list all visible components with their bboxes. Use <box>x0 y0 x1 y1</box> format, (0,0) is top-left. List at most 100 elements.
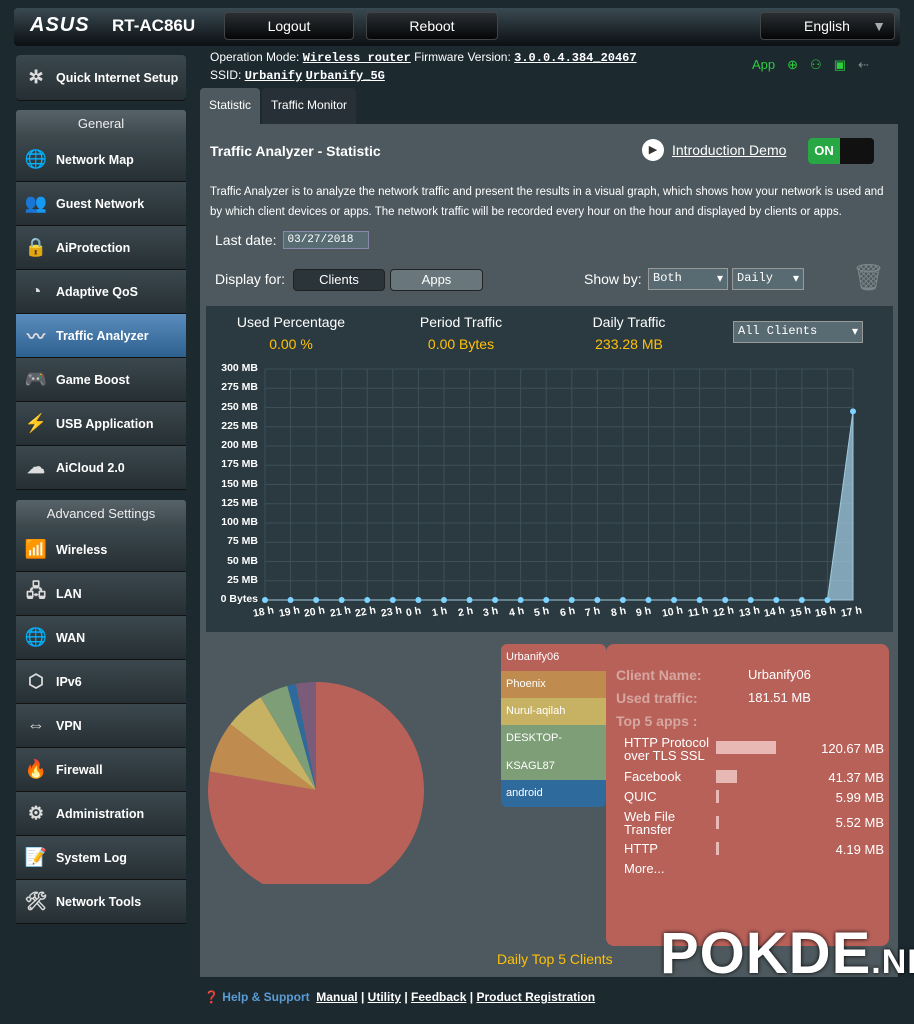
y-tick-label: 100 MB <box>221 516 258 528</box>
apps-button[interactable]: Apps <box>390 269 483 291</box>
app-value: 41.37 MB <box>828 770 884 785</box>
main-panel: Traffic Analyzer - Statistic ▶ Introduct… <box>200 124 898 977</box>
sidebar-item-adaptive-qos[interactable]: ◔ Adaptive QoS <box>16 270 186 314</box>
usb-icon: ⚡ <box>24 413 48 433</box>
sidebar-item-administration[interactable]: ⚙ Administration <box>16 792 186 836</box>
data-point <box>824 597 831 603</box>
sidebar-item-traffic-analyzer[interactable]: 〰 Traffic Analyzer <box>16 314 186 358</box>
ssid-link[interactable]: Urbanify <box>245 69 303 83</box>
ssid-label: SSID: <box>210 68 242 82</box>
clients-status-icon[interactable]: ⚇ <box>810 57 822 73</box>
y-tick-label: 25 MB <box>227 573 258 586</box>
feedback-link[interactable]: Feedback <box>411 990 466 1004</box>
data-point <box>568 597 575 603</box>
sidebar-item-system-log[interactable]: 📝 System Log <box>16 836 186 880</box>
data-point <box>645 597 652 603</box>
y-tick-label: 0 Bytes <box>220 593 258 605</box>
sidebar-item-wan[interactable]: 🌐 WAN <box>16 616 186 660</box>
intro-demo-label: Introduction Demo <box>672 142 787 158</box>
reboot-button[interactable]: Reboot <box>366 12 498 40</box>
chevron-down-icon: ▼ <box>872 18 886 34</box>
show-by-select[interactable]: Both <box>648 268 728 290</box>
sidebar-item-label: Network Map <box>56 152 134 167</box>
devices-status-icon[interactable]: ▣ <box>834 57 846 73</box>
manual-link[interactable]: Manual <box>316 990 357 1004</box>
client-name-label: Client Name: <box>616 667 702 683</box>
sidebar-item-label: System Log <box>56 850 127 865</box>
sidebar-item-vpn[interactable]: ⇔ VPN <box>16 704 186 748</box>
x-tick-label: 4 h <box>507 604 525 620</box>
data-point <box>696 597 703 603</box>
enable-toggle[interactable]: ON <box>808 138 874 164</box>
sidebar-item-label: LAN <box>56 586 82 601</box>
sidebar-item-network-tools[interactable]: 🛠 Network Tools <box>16 880 186 924</box>
data-point <box>722 597 729 603</box>
usb-status-icon[interactable]: ⇠ <box>858 57 869 73</box>
globe-icon: 🌐 <box>24 149 48 169</box>
app-usage-bar <box>716 790 719 803</box>
wizard-icon: ✲ <box>28 67 44 87</box>
app-link[interactable]: App <box>752 57 775 73</box>
sidebar-item-usb-application[interactable]: ⚡ USB Application <box>16 402 186 446</box>
line-chart-svg <box>262 368 856 603</box>
app-value: 5.99 MB <box>835 790 884 805</box>
sidebar-item-lan[interactable]: 🖧 LAN <box>16 572 186 616</box>
data-point <box>850 408 856 415</box>
sidebar-item-label: Firewall <box>56 762 103 777</box>
sidebar-item-label: AiCloud 2.0 <box>56 460 125 475</box>
data-point <box>594 597 601 603</box>
gauge-icon: ◔ <box>30 281 42 301</box>
sidebar-item-wireless[interactable]: 📶 Wireless <box>16 528 186 572</box>
last-date-input[interactable]: 03/27/2018 <box>282 231 369 249</box>
sidebar-item-aiprotection[interactable]: 🔒 AiProtection <box>16 226 186 270</box>
firmware-link[interactable]: 3.0.0.4.384_20467 <box>514 51 636 65</box>
legend-item[interactable]: android <box>501 780 606 807</box>
intro-demo-link[interactable]: ▶ Introduction Demo <box>642 139 786 161</box>
cloud-icon: ☁ <box>27 457 45 477</box>
app-name: QUIC <box>624 789 657 804</box>
tab-statistic[interactable]: Statistic <box>200 88 261 124</box>
product-registration-link[interactable]: Product Registration <box>476 990 595 1004</box>
app-value: 120.67 MB <box>821 741 884 756</box>
ssid-5g-link[interactable]: Urbanify_5G <box>306 69 385 83</box>
sidebar-item-aicloud-2-0[interactable]: ☁ AiCloud 2.0 <box>16 446 186 490</box>
client-name-value: Urbanify06 <box>748 667 811 682</box>
language-select[interactable]: English ▼ <box>760 12 895 40</box>
sidebar-item-network-map[interactable]: 🌐 Network Map <box>16 138 186 182</box>
trash-icon[interactable]: 🗑 <box>852 262 885 293</box>
legend-item[interactable]: Nurul-aqilah <box>501 698 606 725</box>
sidebar-item-ipv6[interactable]: ⬡ IPv6 <box>16 660 186 704</box>
sidebar-item-label: Administration <box>56 806 145 821</box>
op-mode-link[interactable]: Wireless router <box>303 51 411 65</box>
x-tick-label: 8 h <box>609 604 628 620</box>
app-value: 5.52 MB <box>835 815 884 830</box>
used-traffic-value: 181.51 MB <box>748 690 811 705</box>
wifi-icon: 📶 <box>24 539 48 559</box>
sidebar-item-game-boost[interactable]: 🎮 Game Boost <box>16 358 186 402</box>
legend-item[interactable]: DESKTOP- <box>501 725 606 753</box>
y-tick-label: 175 MB <box>221 458 258 471</box>
legend-item[interactable]: KSAGL87 <box>501 753 606 780</box>
more-link[interactable]: More... <box>624 861 664 876</box>
display-for-label: Display for: <box>215 271 286 287</box>
sidebar-item-firewall[interactable]: 🔥 Firewall <box>16 748 186 792</box>
legend-item[interactable]: Phoenix <box>501 671 606 698</box>
internet-status-icon[interactable]: ⊕ <box>787 57 798 73</box>
tab-traffic-monitor[interactable]: Traffic Monitor <box>262 88 357 124</box>
client-detail-card: Client Name: Urbanify06 Used traffic: 18… <box>606 644 889 946</box>
period-select[interactable]: Daily <box>732 268 804 290</box>
logout-button[interactable]: Logout <box>224 12 354 40</box>
app-usage-bar <box>716 741 776 754</box>
footer: ❓ Help & Support Manual | Utility | Feed… <box>204 990 596 1004</box>
app-row: HTTP Protocol over TLS SSL 120.67 MB <box>624 736 884 762</box>
utility-link[interactable]: Utility <box>368 990 401 1004</box>
data-point <box>798 597 805 603</box>
sidebar-item-guest-network[interactable]: 👥 Guest Network <box>16 182 186 226</box>
legend-item[interactable]: Urbanify06 <box>501 644 606 671</box>
data-point <box>543 597 550 603</box>
language-value: English <box>804 18 850 34</box>
app-name: Facebook <box>624 769 682 784</box>
vpn-icon: ⇔ <box>27 715 45 735</box>
quick-setup-button[interactable]: ✲ Quick Internet Setup <box>16 55 186 101</box>
clients-button[interactable]: Clients <box>293 269 385 291</box>
